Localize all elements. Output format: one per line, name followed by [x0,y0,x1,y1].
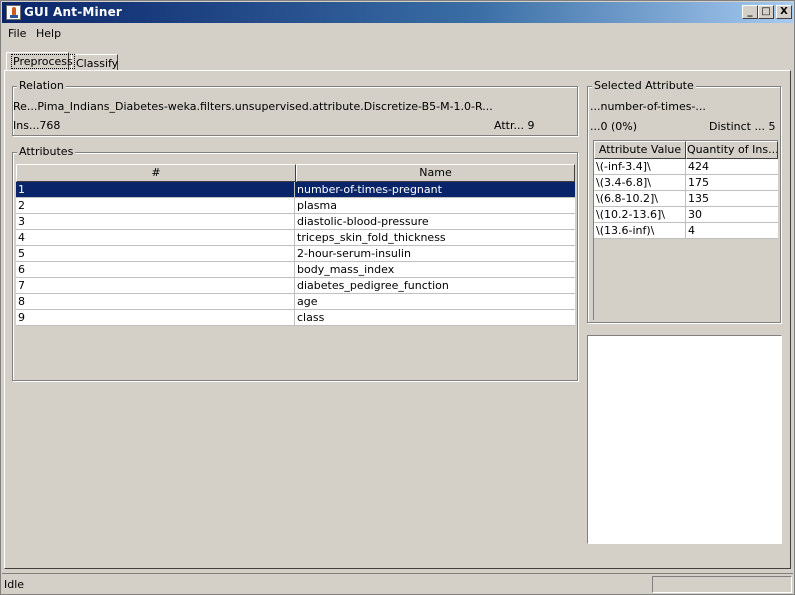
row-number: 7 [16,278,295,294]
attributes-table[interactable]: # Name 1 number-of-times-pregnant 2 plas… [16,164,575,328]
table-row[interactable]: \(10.2-13.6]\ 30 [594,207,778,223]
menu-bar: File Help [2,24,793,44]
row-name: class [297,311,325,324]
visualization-panel [587,335,782,544]
table-row[interactable]: \(13.6-inf)\ 4 [594,223,778,239]
table-row[interactable]: 7 diabetes_pedigree_function [16,278,575,294]
status-progress-area [652,576,792,593]
status-text: Idle [4,578,25,591]
row-value: \(-inf-3.4]\ [594,159,686,175]
row-number: 2 [16,198,295,214]
table-row[interactable]: \(6.8-10.2]\ 135 [594,191,778,207]
column-header-number[interactable]: # [16,164,296,182]
row-name: body_mass_index [297,263,395,276]
row-name: plasma [297,199,337,212]
row-number: 6 [16,262,295,278]
column-header-name[interactable]: Name [296,164,575,182]
row-value: \(6.8-10.2]\ [594,191,686,207]
tab-classify[interactable]: Classify [71,54,118,70]
row-name: diabetes_pedigree_function [297,279,449,292]
row-value: \(10.2-13.6]\ [594,207,686,223]
app-window: GUI Ant-Miner _ □ X File Help Preprocess… [0,0,795,595]
attributes-group-label: Attributes [17,145,76,158]
tab-preprocess[interactable]: Preprocess [6,52,75,70]
relation-name: Re...Pima_Indians_Diabetes-weka.filters.… [13,100,493,113]
table-row[interactable]: 1 number-of-times-pregnant [16,182,575,198]
maximize-button[interactable]: □ [758,5,774,19]
row-name: number-of-times-pregnant [297,183,442,196]
table-row[interactable]: 3 diastolic-blood-pressure [16,214,575,230]
column-header-attribute-value[interactable]: Attribute Value [594,141,686,159]
row-quantity: 4 [688,224,695,237]
row-value: \(13.6-inf)\ [594,223,686,239]
selected-attribute-distinct: Distinct ... 5 [709,120,776,133]
table-row[interactable]: 6 body_mass_index [16,262,575,278]
tab-classify-label: Classify [76,57,119,70]
row-name: triceps_skin_fold_thickness [297,231,446,244]
column-header-quantity[interactable]: Quantity of Ins... [686,141,778,159]
relation-attribute-count: Attr... 9 [494,119,535,132]
row-name: 2-hour-serum-insulin [297,247,411,260]
selected-attribute-name: ...number-of-times-... [590,100,706,113]
table-row[interactable]: 9 class [16,310,575,326]
row-value: \(3.4-6.8]\ [594,175,686,191]
table-row[interactable]: 8 age [16,294,575,310]
status-bar: Idle [2,573,793,594]
selected-attribute-missing: ...0 (0%) [590,120,638,133]
selected-attribute-group-label: Selected Attribute [592,79,696,92]
tab-preprocess-label: Preprocess [11,54,75,69]
window-title: GUI Ant-Miner [24,5,123,19]
table-row[interactable]: \(3.4-6.8]\ 175 [594,175,778,191]
relation-instances: Ins...768 [13,119,61,132]
row-number: 4 [16,230,295,246]
selected-attribute-group: Selected Attribute ...number-of-times-..… [587,79,781,323]
menu-file[interactable]: File [8,27,26,40]
table-row[interactable]: 2 plasma [16,198,575,214]
close-button[interactable]: X [776,5,792,19]
relation-group-label: Relation [17,79,66,92]
menu-help[interactable]: Help [36,27,61,40]
attribute-values-table[interactable]: Attribute Value Quantity of Ins... \(-in… [593,140,778,320]
java-app-icon[interactable] [6,5,21,20]
row-number: 1 [16,182,295,198]
row-name: diastolic-blood-pressure [297,215,429,228]
row-number: 5 [16,246,295,262]
minimize-button[interactable]: _ [742,5,758,19]
row-quantity: 30 [688,208,702,221]
row-number: 3 [16,214,295,230]
row-quantity: 135 [688,192,709,205]
table-row[interactable]: 5 2-hour-serum-insulin [16,246,575,262]
table-row[interactable]: 4 triceps_skin_fold_thickness [16,230,575,246]
row-number: 8 [16,294,295,310]
attributes-group: Attributes # Name 1 number-of-times-preg… [12,145,578,381]
row-quantity: 175 [688,176,709,189]
table-row[interactable]: \(-inf-3.4]\ 424 [594,159,778,175]
row-quantity: 424 [688,160,709,173]
relation-group: Relation Re...Pima_Indians_Diabetes-weka… [12,79,578,136]
row-number: 9 [16,310,295,326]
title-bar[interactable]: GUI Ant-Miner _ □ X [2,2,793,23]
row-name: age [297,295,318,308]
